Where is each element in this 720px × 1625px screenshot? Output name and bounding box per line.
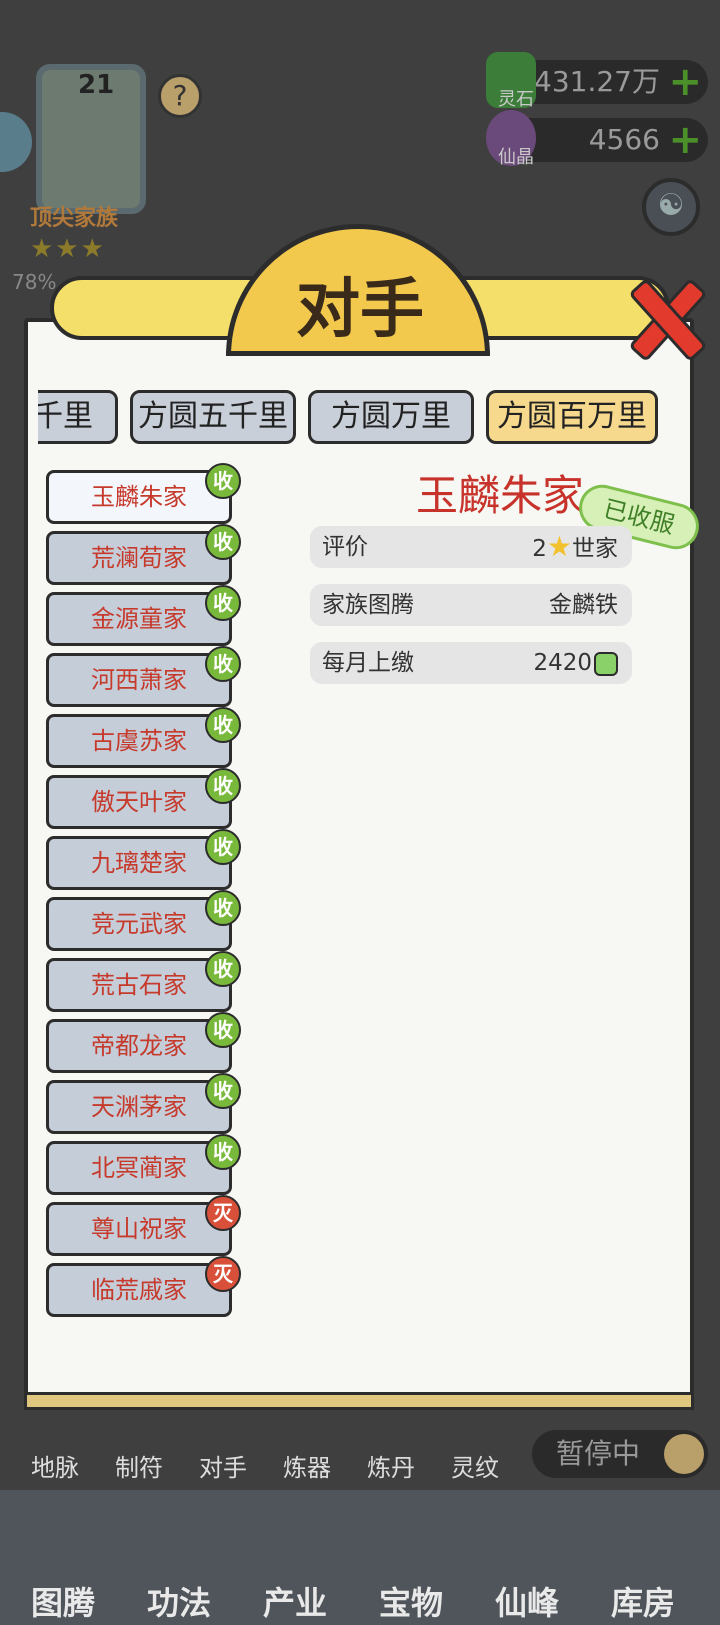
rating-text: 世家 — [572, 536, 618, 562]
rating-number: 2 — [532, 536, 547, 562]
pause-button[interactable]: 暂停中 — [532, 1430, 708, 1478]
dialog-title-banner: 对手 — [50, 216, 670, 356]
help-icon[interactable]: ? — [158, 74, 202, 118]
clan-emblem[interactable]: 21 顶尖家族 — [18, 64, 146, 234]
family-list-item[interactable]: 九璃楚家收 — [46, 829, 241, 890]
captured-badge-icon: 收 — [205, 890, 241, 926]
family-name: 北冥蔺家 — [91, 1154, 187, 1182]
family-name: 傲天叶家 — [91, 788, 187, 816]
action-duishou[interactable]: 对手 — [188, 1408, 258, 1482]
tab-ten-thousand-li[interactable]: 方圆万里 — [308, 390, 474, 444]
family-name: 古虞苏家 — [91, 727, 187, 755]
nav-peak[interactable]: 仙峰 — [472, 1578, 582, 1622]
rating-label: 评价 — [322, 534, 368, 560]
dialog-title: 对手 — [296, 273, 424, 347]
family-list-item[interactable]: 荒澜荀家收 — [46, 524, 241, 585]
tribute-value: 2420 — [533, 642, 618, 684]
captured-badge-icon: 收 — [205, 1012, 241, 1048]
family-list-item[interactable]: 傲天叶家收 — [46, 768, 241, 829]
rating-row: 评价 2★世家 — [310, 526, 632, 568]
nav-storehouse[interactable]: 库房 — [588, 1578, 698, 1622]
family-list-item[interactable]: 玉麟朱家收 — [46, 463, 241, 524]
destroy-badge-icon: 灭 — [205, 1256, 241, 1292]
action-zhifu[interactable]: 制符 — [104, 1408, 174, 1482]
nav-treasure[interactable]: 宝物 — [356, 1578, 466, 1622]
tab-qianli[interactable]: 千里 — [38, 390, 118, 444]
tribute-label: 每月上缴 — [322, 650, 414, 676]
spirit-stone-counter: 灵石 1431.27万 + — [486, 52, 708, 110]
family-list[interactable]: 玉麟朱家收荒澜荀家收金源童家收河西萧家收古虞苏家收傲天叶家收九璃楚家收竞元武家收… — [46, 460, 242, 1365]
family-list-item[interactable]: 帝都龙家收 — [46, 1012, 241, 1073]
play-icon — [664, 1434, 704, 1474]
family-list-item[interactable]: 临荒戚家灭 — [46, 1256, 241, 1317]
rating-value: 2★世家 — [532, 526, 618, 570]
tab-million-li[interactable]: 方圆百万里 — [486, 390, 658, 444]
captured-badge-icon: 收 — [205, 1134, 241, 1170]
captured-badge-icon: 收 — [205, 524, 241, 560]
captured-badge-icon: 收 — [205, 829, 241, 865]
family-name: 金源童家 — [91, 605, 187, 633]
family-name: 玉麟朱家 — [91, 483, 187, 511]
tribute-amount: 2420 — [533, 650, 592, 676]
captured-badge-icon: 收 — [205, 951, 241, 987]
range-tabs: 千里 方圆五千里 方圆万里 方圆百万里 — [38, 390, 678, 446]
captured-badge-icon: 收 — [205, 646, 241, 682]
tribute-row: 每月上缴 2420 — [310, 642, 632, 684]
family-list-item[interactable]: 荒古石家收 — [46, 951, 241, 1012]
family-name: 尊山祝家 — [91, 1215, 187, 1243]
immortal-crystal-counter: 仙晶 4566 + — [486, 110, 708, 168]
action-lianqi[interactable]: 炼器 — [272, 1408, 342, 1482]
clan-level: 21 — [78, 70, 115, 100]
captured-badge-icon: 收 — [205, 1073, 241, 1109]
family-list-item[interactable]: 河西萧家收 — [46, 646, 241, 707]
close-icon[interactable] — [626, 278, 702, 354]
tab-five-thousand-li[interactable]: 方圆五千里 — [130, 390, 296, 444]
family-name: 九璃楚家 — [91, 849, 187, 877]
captured-badge-icon: 收 — [205, 585, 241, 621]
add-immortal-crystal-button[interactable]: + — [668, 118, 702, 162]
pause-label: 暂停中 — [556, 1437, 641, 1470]
family-list-item[interactable]: 古虞苏家收 — [46, 707, 241, 768]
add-spirit-stone-button[interactable]: + — [668, 60, 702, 104]
captured-badge-icon: 收 — [205, 463, 241, 499]
action-bar: 地脉 制符 对手 炼器 炼丹 灵纹 — [20, 1408, 520, 1482]
family-name: 帝都龙家 — [91, 1032, 187, 1060]
totem-row: 家族图腾 金麟铁 — [310, 584, 632, 626]
spirit-stone-value: 1431.27万 — [516, 65, 660, 98]
nav-industry[interactable]: 产业 — [240, 1578, 350, 1622]
family-list-item[interactable]: 北冥蔺家收 — [46, 1134, 241, 1195]
family-name: 天渊茅家 — [91, 1093, 187, 1121]
bottom-nav: 图腾 功法 产业 宝物 仙峰 库房 — [0, 1490, 720, 1625]
action-lingwen[interactable]: 灵纹 — [440, 1408, 510, 1482]
family-name: 临荒戚家 — [91, 1276, 187, 1304]
spirit-stone-icon — [594, 651, 618, 676]
family-name: 荒澜荀家 — [91, 544, 187, 572]
nav-totem[interactable]: 图腾 — [8, 1578, 118, 1622]
family-list-item[interactable]: 尊山祝家灭 — [46, 1195, 241, 1256]
captured-badge-icon: 收 — [205, 707, 241, 743]
family-list-item[interactable]: 金源童家收 — [46, 585, 241, 646]
nav-gongfa[interactable]: 功法 — [124, 1578, 234, 1622]
family-name: 河西萧家 — [91, 666, 187, 694]
action-liandan[interactable]: 炼丹 — [356, 1408, 426, 1482]
action-dimai[interactable]: 地脉 — [20, 1408, 90, 1482]
immortal-crystal-label: 仙晶 — [498, 147, 534, 168]
star-icon: ★ — [546, 530, 572, 563]
destroy-badge-icon: 灭 — [205, 1195, 241, 1231]
family-list-item[interactable]: 竞元武家收 — [46, 890, 241, 951]
family-name: 荒古石家 — [91, 971, 187, 999]
captured-badge-icon: 收 — [205, 768, 241, 804]
family-list-item[interactable]: 天渊茅家收 — [46, 1073, 241, 1134]
totem-label: 家族图腾 — [322, 592, 414, 618]
family-name: 竞元武家 — [91, 910, 187, 938]
totem-value: 金麟铁 — [549, 592, 618, 618]
immortal-crystal-value: 4566 — [588, 123, 660, 156]
